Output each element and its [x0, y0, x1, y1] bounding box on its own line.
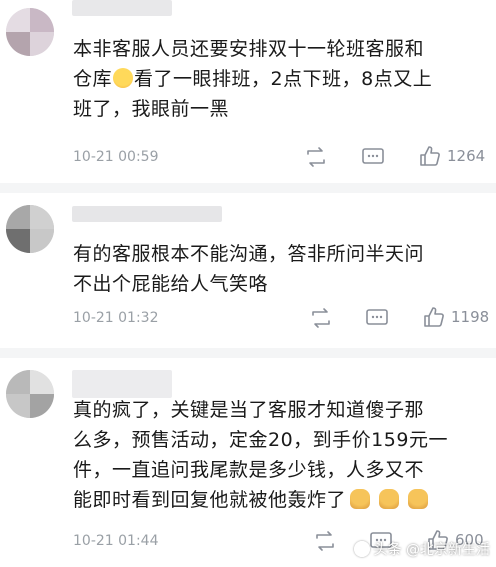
thumbs-up-icon — [420, 146, 440, 166]
comment-icon — [366, 309, 388, 325]
share-button[interactable] — [309, 307, 333, 329]
comment-line: 仓库 看了一眼排班，2点下班，8点又上 — [73, 68, 433, 90]
avatar[interactable] — [6, 370, 54, 418]
comment-line: 件，一直追问我尾款是多少钱，人多又不 — [73, 459, 425, 481]
share-icon — [312, 308, 330, 328]
crying-person-emoji-icon — [350, 489, 371, 509]
comment-line: 真的疯了，关键是当了客服才知道傻子那 — [73, 399, 425, 421]
reply-button[interactable] — [365, 307, 389, 329]
share-icon — [307, 147, 325, 167]
share-button[interactable] — [313, 530, 337, 552]
username[interactable]: *** — [72, 0, 172, 16]
timestamp: 10-21 01:32 — [73, 310, 159, 326]
comment-text: 真的疯了，关键是当了客服才知道傻子那 么多，预售活动，定金20，到手价159元一… — [73, 395, 485, 515]
comment-text: 有的客服根本不能沟通，答非所问半天问 不出个屁能给人气笑咯 — [73, 239, 485, 299]
divider — [0, 183, 496, 193]
comment-line: 班了，我眼前一黑 — [73, 98, 230, 120]
comment-line: 么多，预售活动，定金20，到手价159元一 — [73, 429, 448, 451]
comment-card: *** 有的客服根本不能沟通，答非所问半天问 不出个屁能给人气笑咯 10-21 … — [0, 193, 496, 345]
watermark: 头条 @北京新生活 — [353, 539, 490, 559]
timestamp: 10-21 01:44 — [73, 533, 159, 549]
timestamp: 10-21 00:59 — [73, 149, 159, 165]
like-count: 1264 — [447, 147, 486, 165]
avatar[interactable] — [6, 205, 54, 253]
share-button[interactable] — [304, 146, 328, 168]
crying-person-emoji-icon — [408, 489, 429, 509]
comment-card: *** 本非客服人员还要安排双十一轮班客服和 仓库看了一眼排班，2点下班，8点又… — [0, 0, 496, 180]
username[interactable]: *** — [72, 370, 172, 398]
toutiao-logo-icon — [353, 541, 370, 557]
divider — [0, 348, 496, 358]
like-button[interactable]: 1198 — [423, 306, 489, 328]
reply-button[interactable] — [361, 146, 385, 168]
watermark-text: 头条 @北京新生活 — [373, 542, 490, 558]
comment-line: 有的客服根本不能沟通，答非所问半天问 — [73, 243, 425, 265]
like-button[interactable]: 1264 — [419, 145, 485, 167]
crying-emoji-icon — [113, 68, 134, 88]
comment-icon — [362, 148, 384, 164]
comment-line: 本非客服人员还要安排双十一轮班客服和 — [73, 38, 425, 60]
crying-person-emoji-icon — [379, 489, 400, 509]
username[interactable]: *** — [72, 206, 222, 222]
like-count: 1198 — [451, 308, 490, 326]
avatar[interactable] — [6, 8, 54, 56]
comment-card: *** 真的疯了，关键是当了客服才知道傻子那 么多，预售活动，定金20，到手价1… — [0, 358, 496, 567]
comment-line: 能即时看到回复他就被他轰炸了 — [73, 485, 485, 515]
thumbs-up-icon — [424, 307, 444, 327]
comment-text: 本非客服人员还要安排双十一轮班客服和 仓库 看了一眼排班，2点下班，8点又上 班了… — [73, 34, 485, 124]
share-icon — [316, 531, 334, 551]
comment-line: 不出个屁能给人气笑咯 — [73, 273, 269, 295]
